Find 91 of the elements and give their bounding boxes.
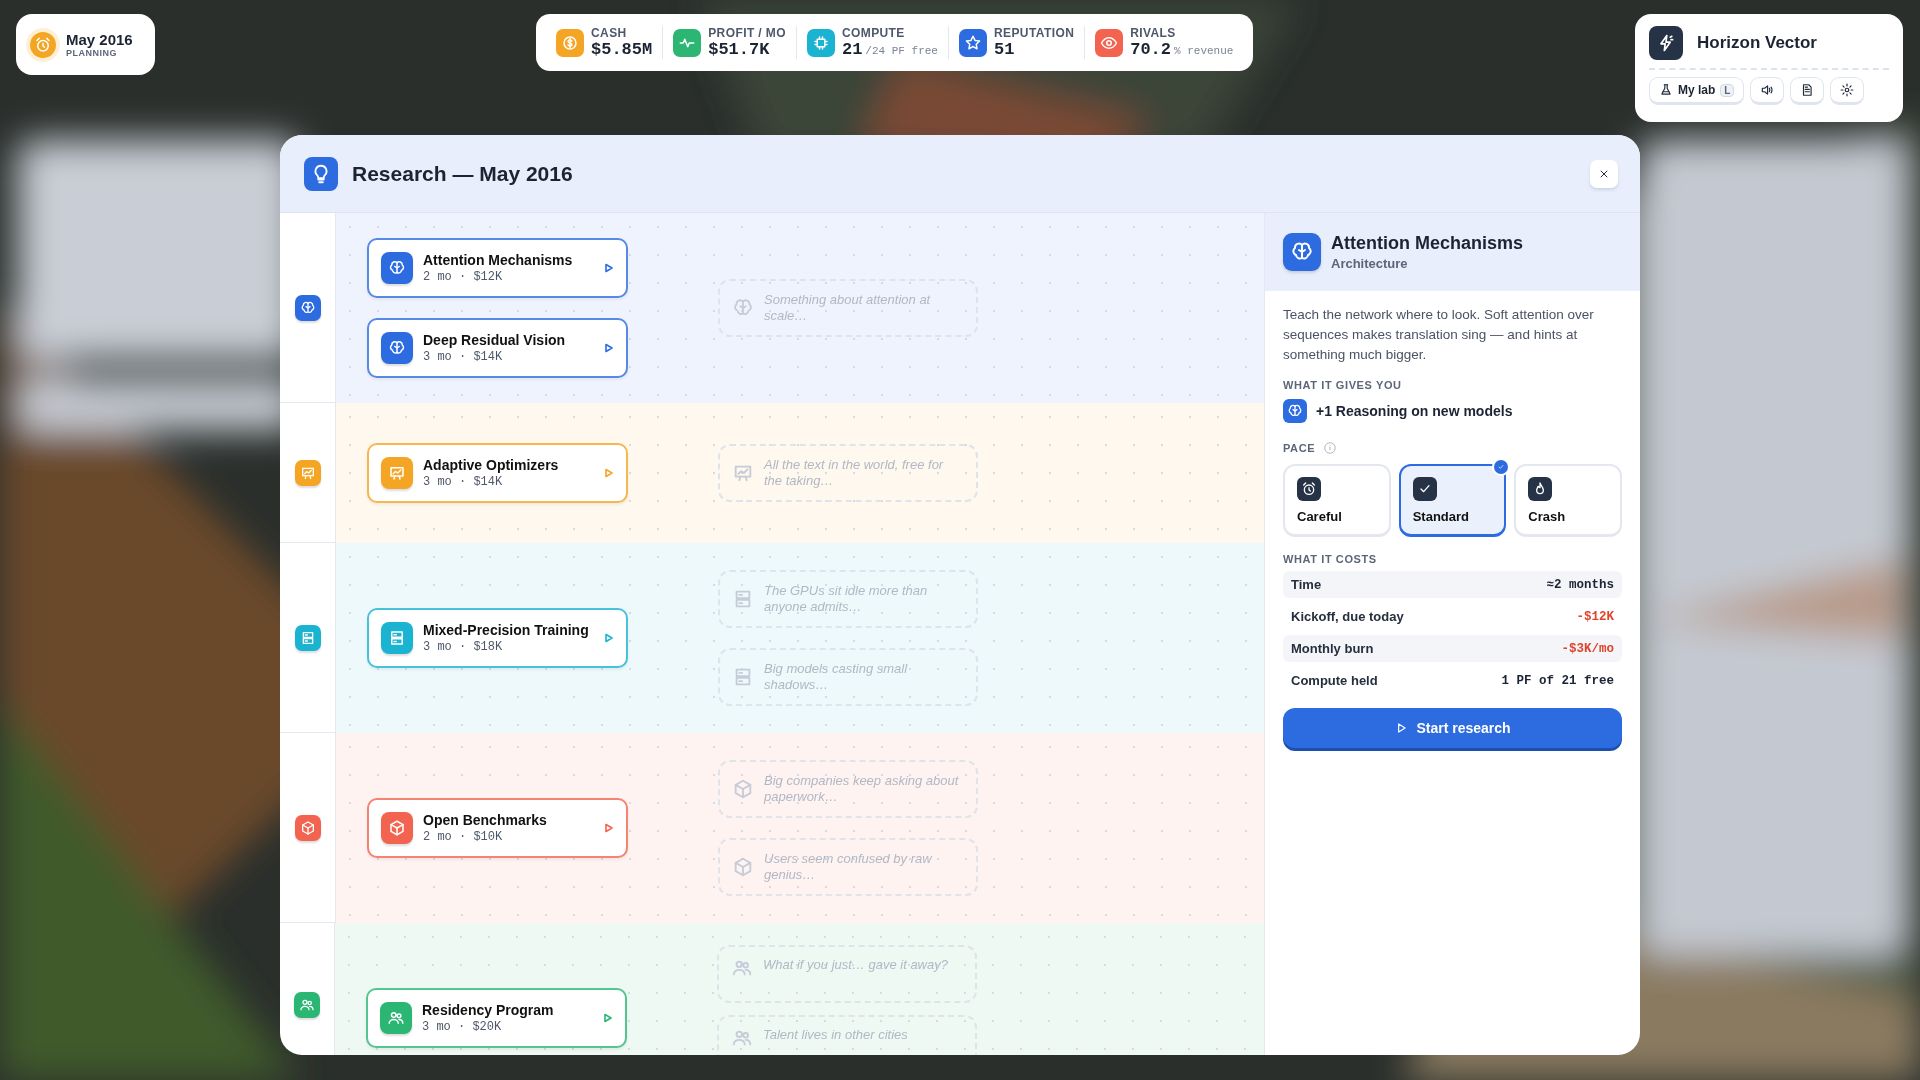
- selected-check-icon: [1492, 458, 1511, 476]
- play-icon: [604, 823, 614, 833]
- stat-unit: /24 PF free: [865, 45, 938, 57]
- stat-label: COMPUTE: [841, 26, 906, 40]
- document-icon: [1800, 83, 1815, 97]
- alarm-clock-icon: [1297, 476, 1321, 501]
- stat-label: RIVALS: [1130, 26, 1177, 40]
- flame-icon: [1528, 476, 1553, 501]
- section-heading: PACE: [1283, 442, 1316, 454]
- play-icon: [604, 263, 614, 273]
- people-icon: [380, 1002, 412, 1034]
- play-icon: [604, 468, 614, 478]
- cost-value: -$12K: [1576, 609, 1614, 624]
- teaser-text: Users seem confused by raw genius…: [764, 851, 933, 883]
- description: Teach the network where to look. Soft attention over sequences makes translation sing — and hints at something much bigger.: [1283, 306, 1595, 364]
- card-meta: 2 mo · $12K: [423, 270, 504, 284]
- speaker-button[interactable]: [1750, 77, 1785, 105]
- start-research-button[interactable]: Start research: [1283, 708, 1622, 748]
- brain-icon: [1283, 399, 1307, 423]
- research-card[interactable]: Attention Mechanisms 2 mo · $12K: [367, 238, 628, 298]
- section-heading: WHAT IT GIVES YOU: [1283, 379, 1403, 391]
- check-icon: [1412, 476, 1437, 501]
- settings-icon: [1840, 83, 1855, 97]
- play-icon: [604, 633, 614, 643]
- card-meta: 3 mo · $20K: [422, 1020, 503, 1034]
- cost-label: Monthly burn: [1291, 641, 1374, 656]
- card-title: Attention Mechanisms: [423, 252, 574, 268]
- play-icon: [604, 343, 614, 353]
- card-meta: 2 mo · $10K: [423, 830, 504, 844]
- lightbulb-icon: [304, 156, 338, 191]
- cube-icon: [732, 778, 754, 800]
- my-lab-button[interactable]: My lab L: [1649, 77, 1745, 105]
- teaser-text: Talent lives in other cities: [763, 1027, 908, 1043]
- cost-label: Kickoff, due today: [1291, 609, 1404, 624]
- brain-icon: [381, 252, 413, 284]
- teaser-text: Big models casting small shadows…: [764, 661, 909, 693]
- card-title: Deep Residual Vision: [423, 332, 567, 348]
- teaser-text: What if you just… gave it away?: [763, 957, 948, 973]
- play-icon: [603, 1013, 613, 1023]
- research-card[interactable]: Deep Residual Vision 3 mo · $14K: [367, 318, 628, 378]
- stat-value: $51.7K: [708, 40, 770, 59]
- date-label: May 2016: [66, 31, 133, 48]
- brain-icon: [381, 332, 413, 364]
- shortcut-key: L: [1720, 83, 1735, 97]
- stat-value: 21: [841, 40, 863, 59]
- cost-value: -$3K/mo: [1561, 641, 1614, 656]
- detail-title: Attention Mechanisms: [1331, 233, 1524, 254]
- card-meta: 3 mo · $14K: [423, 475, 504, 489]
- research-card[interactable]: Mixed-Precision Training 3 mo · $18K: [367, 608, 628, 668]
- pace-option[interactable]: Crash: [1514, 464, 1622, 537]
- research-card[interactable]: Adaptive Optimizers 3 mo · $14K: [367, 443, 628, 503]
- teaser-text: All the text in the world, free for the taking…: [764, 457, 945, 489]
- card-meta: 3 mo · $14K: [423, 350, 504, 364]
- category-label: Architecture: [1331, 256, 1409, 271]
- cost-value: ≈2 months: [1546, 577, 1614, 592]
- cost-label: Time: [1291, 577, 1322, 592]
- cost-label: Compute held: [1291, 673, 1378, 688]
- section-heading: WHAT IT COSTS: [1283, 553, 1378, 565]
- stat-label: REPUTATION: [994, 26, 1075, 40]
- research-card[interactable]: Residency Program 3 mo · $20K: [366, 988, 627, 1048]
- stat-unit: % revenue: [1174, 45, 1234, 57]
- research-card[interactable]: Open Benchmarks 2 mo · $10K: [367, 798, 628, 858]
- stat-label: CASH: [591, 26, 628, 40]
- card-meta: 3 mo · $18K: [423, 640, 504, 654]
- stat-value: $5.85M: [591, 40, 653, 59]
- alarm-clock-icon: [30, 31, 56, 58]
- pace-option[interactable]: Careful: [1283, 464, 1391, 537]
- cube-icon: [732, 856, 754, 878]
- teaser-text: Something about attention at scale…: [764, 292, 932, 324]
- speaker-icon: [1760, 83, 1775, 97]
- card-title: Residency Program: [422, 1002, 555, 1018]
- teaser-text: Big companies keep asking about paperwork…: [764, 773, 960, 805]
- flask-icon: [1659, 83, 1673, 97]
- lightning-icon: [1649, 26, 1683, 60]
- card-title: Adaptive Optimizers: [423, 457, 560, 473]
- settings-button[interactable]: [1830, 77, 1865, 105]
- server-icon: [381, 622, 413, 654]
- stat-value: 70.2: [1130, 40, 1171, 59]
- dialog-title: Research — May 2016: [352, 161, 574, 186]
- teaser-text: The GPUs sit idle more than anyone admits…: [764, 583, 929, 615]
- cube-icon: [381, 812, 413, 844]
- stat-value: 51: [994, 40, 1015, 59]
- chart-board-icon: [381, 457, 413, 489]
- document-button[interactable]: [1790, 77, 1825, 105]
- company-name: Horizon Vector: [1697, 33, 1817, 53]
- card-title: Mixed-Precision Training: [423, 622, 590, 638]
- phase-label: PLANNING: [66, 48, 118, 58]
- stat-label: PROFIT / MO: [708, 26, 786, 40]
- cost-value: 1 PF of 21 free: [1501, 673, 1614, 688]
- card-title: Open Benchmarks: [423, 812, 548, 828]
- benefit-text: +1 Reasoning on new models: [1316, 403, 1513, 419]
